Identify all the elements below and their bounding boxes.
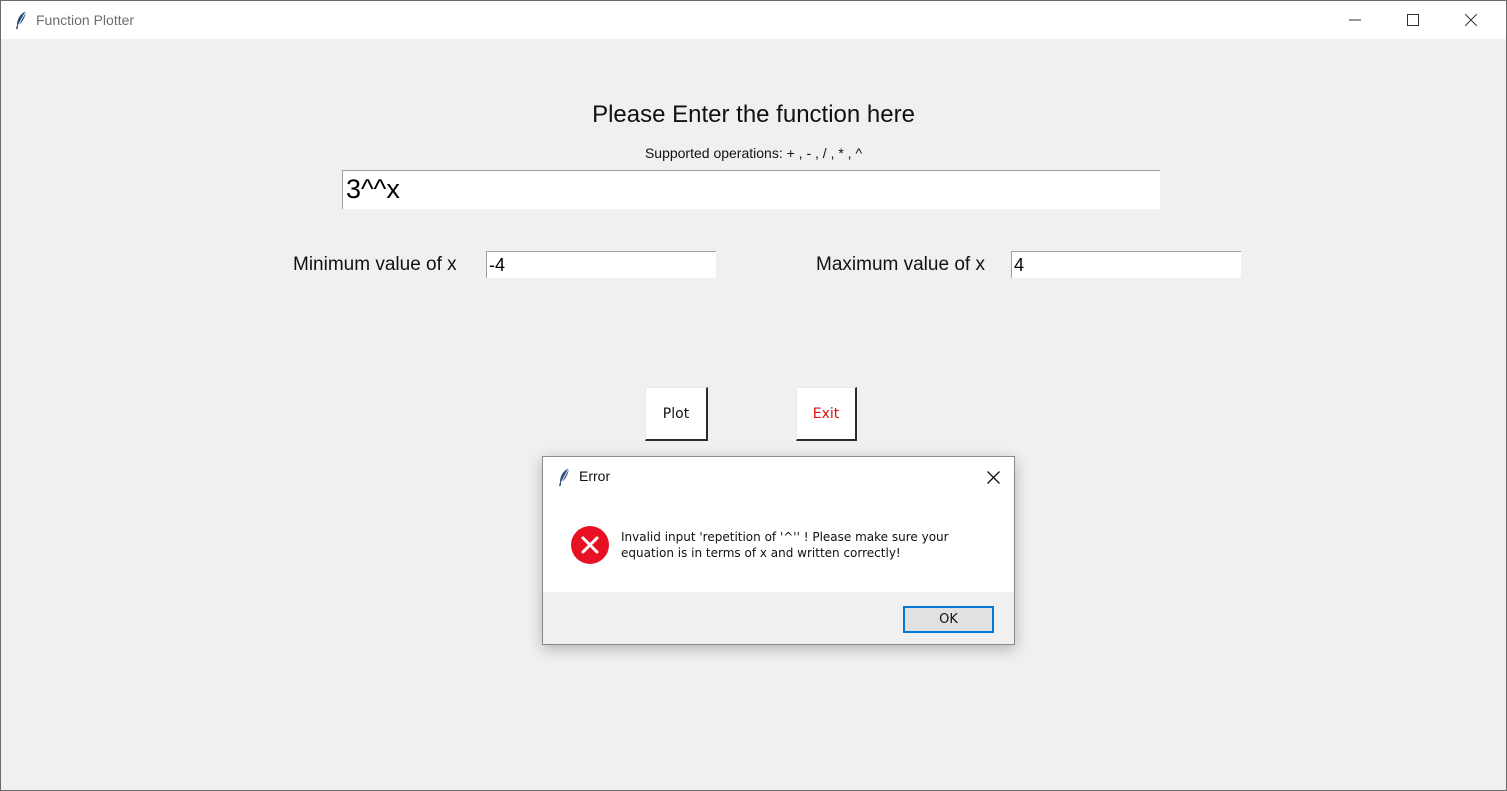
- close-icon: [1465, 14, 1477, 26]
- ok-button[interactable]: OK: [903, 606, 994, 633]
- feather-icon: [14, 10, 28, 30]
- error-message-line1: Invalid input 'repetition of '^'' ! Plea…: [621, 530, 949, 544]
- plot-button[interactable]: Plot: [645, 387, 708, 441]
- dialog-close-button[interactable]: [980, 465, 1006, 489]
- supported-operations-label: Supported operations: + , - , / , * , ^: [644, 145, 863, 161]
- window-title: Function Plotter: [36, 12, 135, 28]
- error-message-line2: equation is in terms of x and written co…: [621, 546, 901, 560]
- min-x-label: Minimum value of x: [293, 254, 457, 275]
- error-dialog: Error Invalid input 'repetition of '^'' …: [542, 456, 1015, 645]
- maximize-button[interactable]: [1384, 1, 1442, 39]
- title-bar: Function Plotter: [1, 1, 1506, 39]
- max-x-input[interactable]: 4: [1011, 251, 1241, 278]
- close-button[interactable]: [1442, 1, 1500, 39]
- page-heading: Please Enter the function here: [592, 101, 915, 128]
- function-input[interactable]: 3^^x: [342, 170, 1160, 209]
- exit-button[interactable]: Exit: [796, 387, 857, 441]
- close-icon: [986, 470, 1000, 484]
- error-icon: [570, 525, 610, 565]
- max-x-label: Maximum value of x: [816, 254, 985, 275]
- main-window: Function Plotter Please Enter the functi…: [0, 0, 1507, 791]
- feather-icon: [557, 467, 571, 487]
- error-message: Invalid input 'repetition of '^'' ! Plea…: [621, 529, 1001, 561]
- minimize-button[interactable]: [1326, 1, 1384, 39]
- maximize-icon: [1407, 14, 1419, 26]
- min-x-input[interactable]: -4: [486, 251, 716, 278]
- minimize-icon: [1349, 19, 1361, 21]
- dialog-title: Error: [579, 468, 611, 484]
